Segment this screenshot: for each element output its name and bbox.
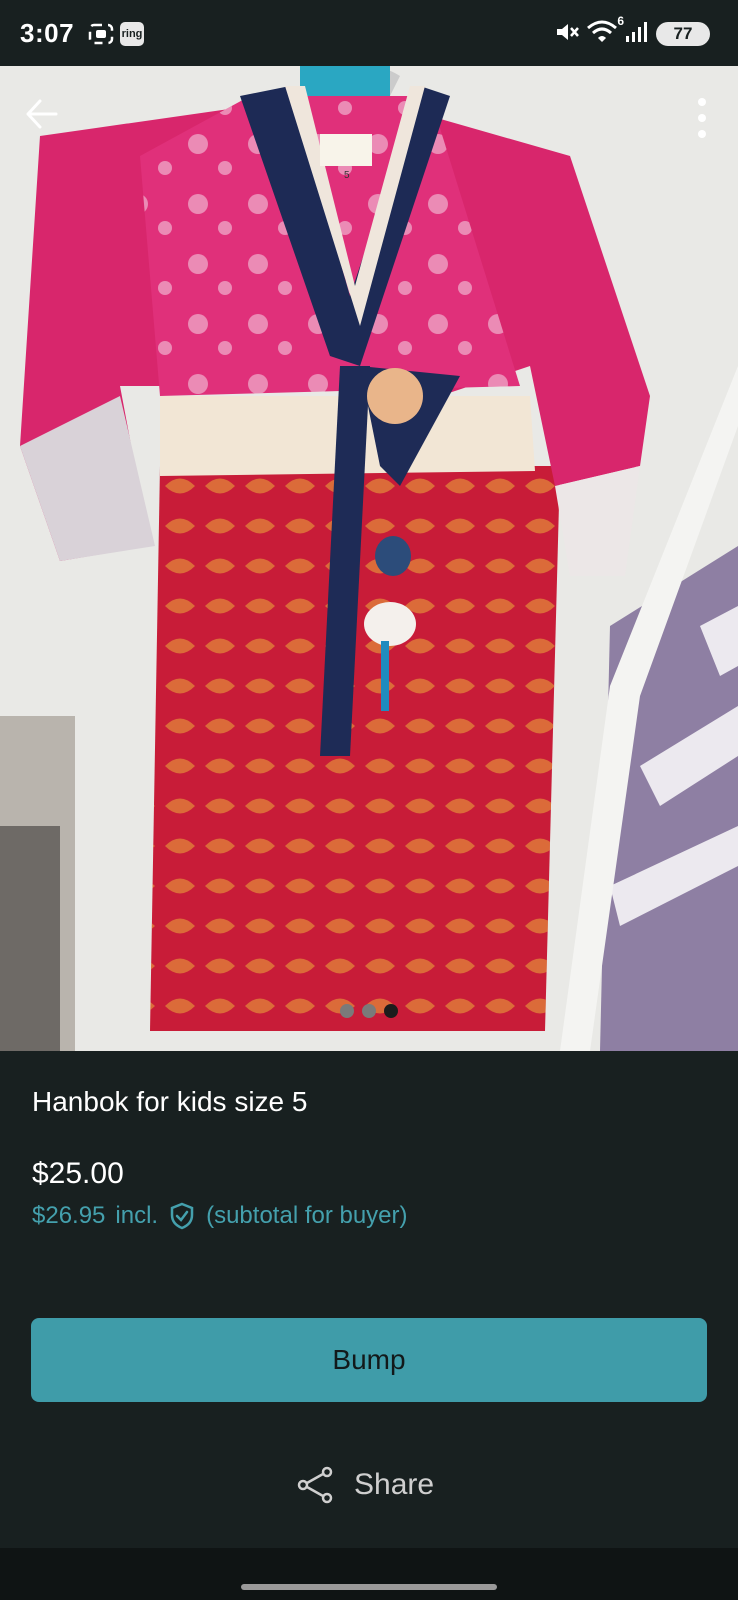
- buyer-incl-label: incl.: [115, 1202, 159, 1229]
- bump-button[interactable]: Bump: [31, 1318, 707, 1402]
- status-indicators: 6 77: [554, 14, 710, 49]
- more-vertical-icon: [698, 98, 706, 138]
- share-button[interactable]: Share: [296, 1465, 434, 1505]
- carousel-dot[interactable]: [362, 1004, 376, 1018]
- arrow-left-icon: [26, 99, 58, 129]
- buyer-note: (subtotal for buyer): [206, 1202, 408, 1229]
- buyer-price: $26.95: [32, 1202, 106, 1229]
- listing-price: $25.00: [32, 1157, 124, 1190]
- listing-photo: 5: [0, 66, 738, 1051]
- listing-title: Hanbok for kids size 5: [32, 1086, 308, 1117]
- mute-icon: [554, 20, 580, 49]
- more-options-button[interactable]: [696, 96, 708, 140]
- garment-size-label: 5: [344, 170, 350, 181]
- back-button[interactable]: [22, 94, 62, 134]
- status-time: 3:07: [20, 18, 75, 48]
- carousel-indicator: [0, 1004, 738, 1018]
- carousel-dot[interactable]: [340, 1004, 354, 1018]
- battery-indicator: 77: [656, 22, 710, 46]
- share-icon: [297, 1466, 333, 1504]
- listing-photo-carousel[interactable]: 5: [0, 66, 738, 1051]
- system-nav-bar: [0, 1548, 738, 1600]
- screenshot-icon: [88, 22, 114, 51]
- carousel-dot-active[interactable]: [384, 1004, 398, 1018]
- buyer-price-line: $26.95 incl. (subtotal for buyer): [32, 1202, 408, 1230]
- wifi-icon: 6: [586, 14, 624, 49]
- status-bar: 3:07 ring 6 77: [0, 0, 738, 66]
- signal-icon: [624, 20, 650, 49]
- network-badge: 6: [617, 13, 624, 28]
- ring-app-icon: ring: [120, 22, 144, 46]
- shield-check-icon[interactable]: [168, 1202, 196, 1230]
- share-label: Share: [354, 1468, 435, 1501]
- home-indicator[interactable]: [241, 1584, 497, 1590]
